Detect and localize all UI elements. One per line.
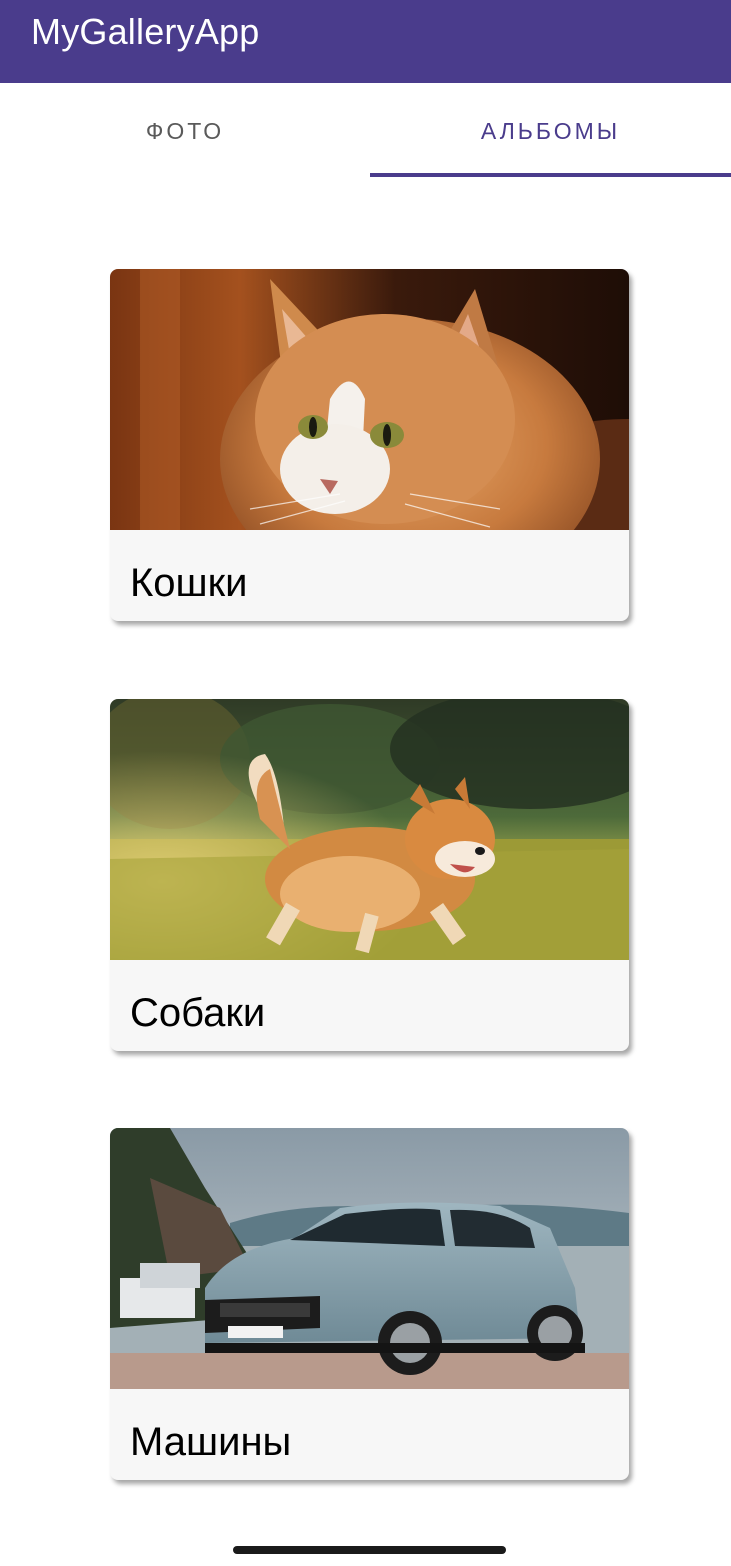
tab-indicator: [370, 173, 731, 177]
app-bar: MyGalleryApp: [0, 0, 731, 83]
album-card-cats[interactable]: Кошки: [110, 269, 629, 621]
album-title: Кошки: [130, 561, 248, 605]
album-card-cars[interactable]: Машины: [110, 1128, 629, 1480]
album-card-dogs[interactable]: Собаки: [110, 699, 629, 1051]
tab-albums[interactable]: АЛЬБОМЫ: [370, 83, 731, 179]
album-cover-dog-photo: [110, 699, 629, 960]
album-cover-cat-photo: [110, 269, 629, 530]
tab-bar: ФОТО АЛЬБОМЫ: [0, 83, 731, 179]
album-title: Собаки: [130, 991, 266, 1035]
app-title: MyGalleryApp: [31, 11, 260, 52]
home-indicator[interactable]: [233, 1546, 506, 1554]
album-title: Машины: [130, 1420, 292, 1464]
tab-photos[interactable]: ФОТО: [0, 83, 370, 179]
album-cover-car-photo: [110, 1128, 629, 1389]
